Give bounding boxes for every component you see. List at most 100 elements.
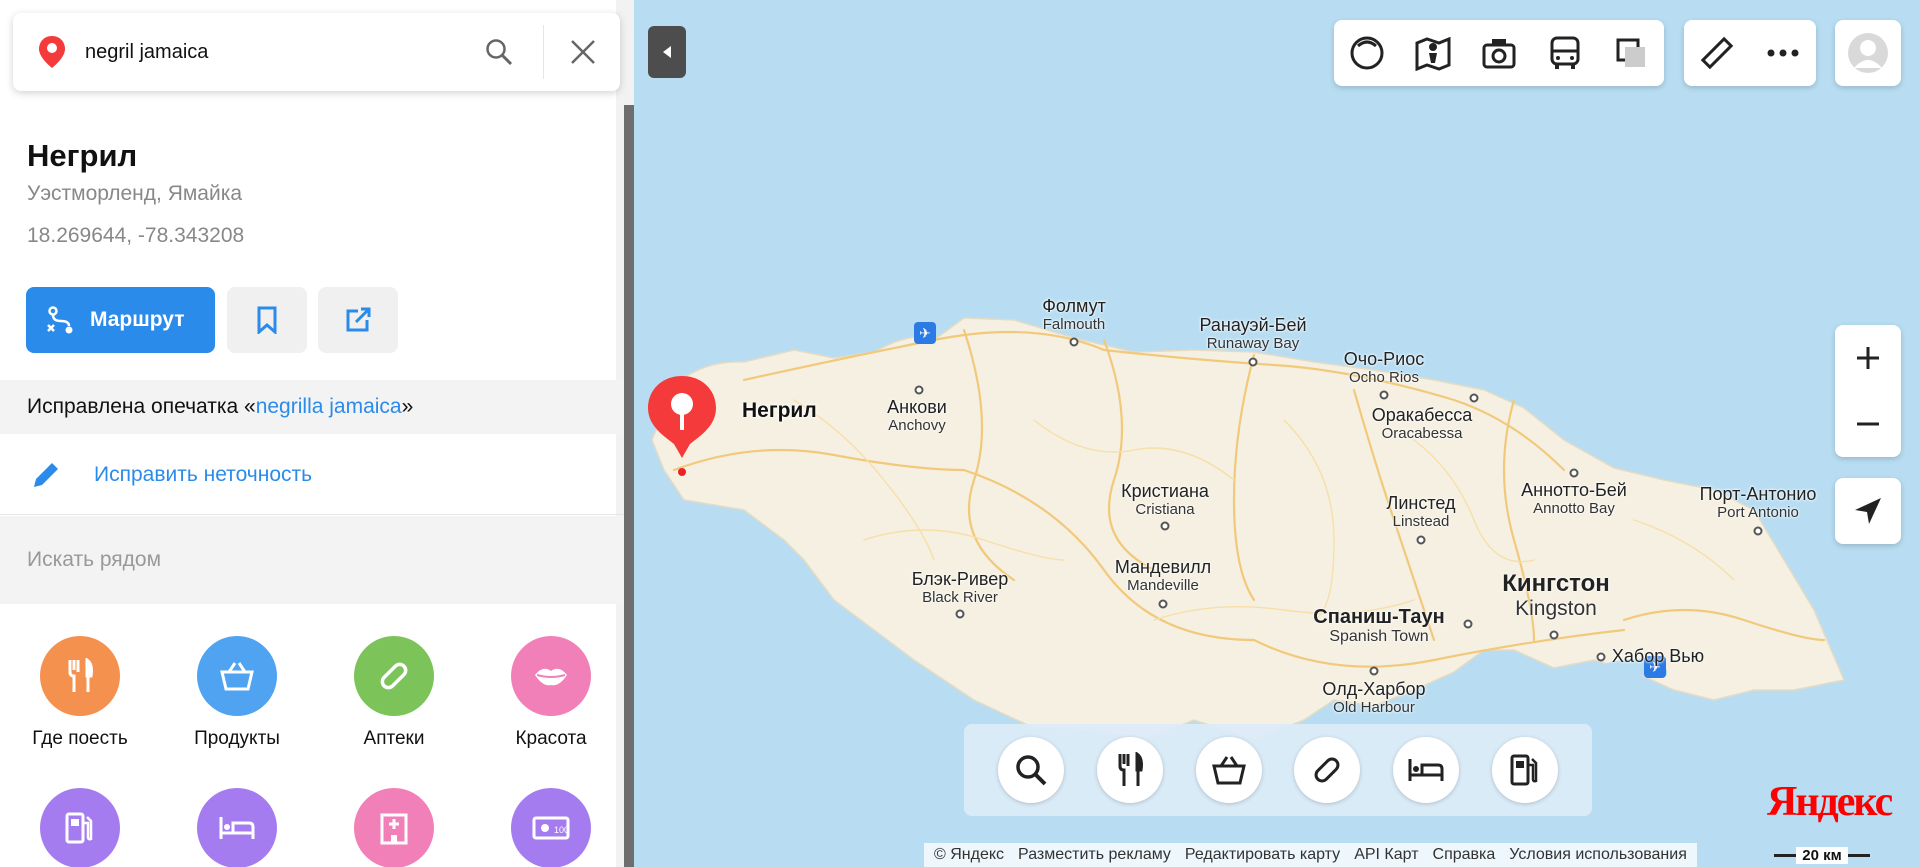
more-dots-icon <box>1767 49 1799 57</box>
place-dot <box>1463 619 1473 629</box>
panel-scrollbar[interactable] <box>624 105 634 867</box>
negril-map-label[interactable]: Негрил <box>742 399 817 423</box>
category-hotels[interactable] <box>157 788 317 867</box>
footer-help-link[interactable]: Справка <box>1433 846 1496 864</box>
map-hotel-button[interactable] <box>1392 737 1459 803</box>
place-coordinates[interactable]: 18.269644, -78.343208 <box>27 224 244 248</box>
footer-ad-link[interactable]: Разместить рекламу <box>1018 846 1171 864</box>
category-beauty[interactable]: Красота <box>471 636 631 750</box>
map-gas-button[interactable] <box>1491 737 1558 803</box>
place-dot <box>1569 468 1579 478</box>
share-button[interactable] <box>318 287 398 353</box>
route-button-label: Маршрут <box>90 308 185 331</box>
profile-box <box>1835 20 1901 86</box>
place-dot <box>1379 390 1389 400</box>
category-groceries[interactable]: Продукты <box>157 636 317 750</box>
alice-button[interactable] <box>1334 20 1400 86</box>
place-dot <box>1753 526 1763 536</box>
collapse-panel-button[interactable] <box>648 26 686 78</box>
gas-station-icon <box>1510 754 1537 786</box>
category-pharmacy[interactable]: Аптеки <box>314 636 474 750</box>
route-button[interactable]: Маршрут <box>26 287 215 353</box>
panorama-button[interactable] <box>1400 20 1466 86</box>
place-label-spanish-town[interactable]: Спаниш-Таун Spanish Town <box>1313 606 1444 646</box>
svg-text:100: 100 <box>554 825 569 835</box>
place-label-port-antonio[interactable]: Порт-Антонио Port Antonio <box>1700 484 1817 521</box>
place-label-linstead[interactable]: Линстед Linstead <box>1387 493 1456 530</box>
category-hospitals[interactable] <box>314 788 474 867</box>
report-error-row[interactable]: Исправить неточность <box>0 435 624 515</box>
place-region: Уэстморленд, Ямайка <box>27 182 243 205</box>
place-label-black-river[interactable]: Блэк-Ривер Black River <box>912 569 1009 606</box>
place-label-anchovy[interactable]: Анкови Anchovy <box>887 397 947 434</box>
category-label: Продукты <box>194 728 280 749</box>
place-dot <box>1248 357 1258 367</box>
footer-edit-map-link[interactable]: Редактировать карту <box>1185 846 1340 864</box>
place-label-harbour-view[interactable]: Хабор Вью <box>1612 646 1704 667</box>
place-label-kingston[interactable]: Кингстон Kingston <box>1502 570 1610 620</box>
place-label-old-harbour[interactable]: Олд-Харбор Old Harbour <box>1322 679 1425 716</box>
navigation-arrow-icon <box>1855 498 1881 524</box>
close-icon[interactable] <box>568 39 598 65</box>
share-icon <box>346 307 371 332</box>
category-atm[interactable]: 100 <box>471 788 631 867</box>
layers-icon <box>1616 38 1645 67</box>
map-layers-button[interactable] <box>1598 20 1664 86</box>
place-label-oracabessa[interactable]: Оракабесса Oracabessa <box>1372 405 1472 442</box>
bed-icon <box>197 788 277 867</box>
bookmark-button[interactable] <box>227 287 307 353</box>
search-nearby-header: Искать рядом <box>0 516 624 604</box>
transport-button[interactable] <box>1532 20 1598 86</box>
place-label-mandeville[interactable]: Мандевилл Mandeville <box>1115 557 1211 594</box>
footer-copyright[interactable]: © Яндекс <box>934 846 1004 864</box>
search-divider <box>543 25 544 79</box>
map-food-button[interactable] <box>1096 737 1163 803</box>
place-dot <box>1369 666 1379 676</box>
yandex-logo[interactable]: Яндекс <box>1767 778 1893 826</box>
category-gas[interactable] <box>0 788 160 867</box>
place-title: Негрил <box>27 138 138 173</box>
gas-station-icon <box>40 788 120 867</box>
map-canvas[interactable]: ✈ ✈ Фолмут Falmouth Ранауэй-Бей Runaway Ba… <box>634 0 1920 867</box>
footer-terms-link[interactable]: Условия использования <box>1509 846 1687 864</box>
pill-icon <box>1314 757 1340 783</box>
zoom-in-button[interactable] <box>1835 325 1901 391</box>
search-icon[interactable] <box>481 38 517 66</box>
hospital-icon <box>354 788 434 867</box>
plus-icon <box>1857 347 1879 369</box>
category-label: Красота <box>515 728 587 749</box>
map-pharmacy-button[interactable] <box>1294 737 1361 803</box>
airport-icon-montego[interactable]: ✈ <box>914 322 936 344</box>
fork-knife-icon <box>1118 752 1143 786</box>
place-dot <box>1069 337 1079 347</box>
footer-api-link[interactable]: API Карт <box>1354 846 1418 864</box>
zoom-out-button[interactable] <box>1835 391 1901 457</box>
map-grocery-button[interactable] <box>1195 737 1262 803</box>
user-avatar-button[interactable] <box>1835 20 1901 86</box>
fork-knife-icon <box>40 636 120 716</box>
original-query-link[interactable]: negrilla jamaica <box>256 395 402 419</box>
search-icon <box>1016 755 1047 786</box>
place-label-cristiana[interactable]: Кристиана Cristiana <box>1121 481 1209 518</box>
panorama-man-icon <box>1415 36 1451 71</box>
map-search-button[interactable] <box>998 737 1065 803</box>
place-label-runaway-bay[interactable]: Ранауэй-Бей Runaway Bay <box>1199 315 1306 352</box>
place-dot <box>1596 652 1606 662</box>
location-pin-icon[interactable] <box>644 372 720 462</box>
search-input[interactable]: negril jamaica <box>85 41 481 64</box>
place-label-ocho-rios[interactable]: Очо-Риос Ocho Rios <box>1344 349 1424 386</box>
typo-suffix: » <box>401 395 414 418</box>
scale-label: 20 км <box>1796 846 1848 864</box>
ruler-button[interactable] <box>1684 20 1750 86</box>
pencil-icon <box>34 462 58 487</box>
alice-icon <box>1350 36 1384 70</box>
category-food[interactable]: Где поесть <box>0 636 160 750</box>
place-label-annotto-bay[interactable]: Аннотто-Бей Annotto Bay <box>1521 480 1627 517</box>
more-button[interactable] <box>1750 20 1816 86</box>
photos-button[interactable] <box>1466 20 1532 86</box>
place-dot <box>955 609 965 619</box>
my-location-button[interactable] <box>1835 478 1901 544</box>
location-dot <box>678 468 686 476</box>
place-label-falmouth[interactable]: Фолмут Falmouth <box>1042 296 1106 333</box>
place-dot <box>914 385 924 395</box>
